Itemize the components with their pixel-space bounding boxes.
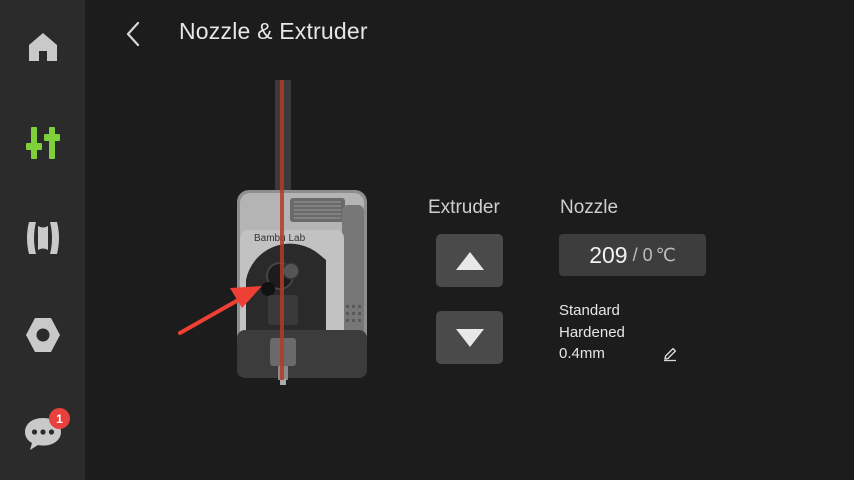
edit-nozzle-button[interactable] — [660, 344, 680, 364]
pencil-icon — [664, 347, 677, 362]
extrude-up-button[interactable] — [436, 234, 503, 287]
triangle-up-icon — [455, 251, 484, 270]
extruder-label: Extruder — [428, 197, 500, 218]
nozzle-current-temp: 209 — [589, 241, 628, 268]
triangle-down-icon — [455, 328, 484, 347]
home-icon — [28, 33, 57, 61]
nav-settings[interactable] — [0, 305, 85, 365]
back-button[interactable] — [115, 14, 151, 54]
nozzle-diameter: 0.4mm — [559, 345, 605, 362]
nozzle-type-line2: Hardened — [559, 323, 625, 341]
sidebar: 1 — [0, 0, 85, 480]
nozzle-temperature-button[interactable]: 209 / 0 ℃ — [559, 234, 706, 276]
nav-messages[interactable]: 1 — [0, 402, 85, 462]
extrude-down-button[interactable] — [436, 311, 503, 364]
nozzle-type-line1: Standard — [559, 302, 620, 319]
page-title: Nozzle & Extruder — [179, 18, 368, 44]
controls-icon — [25, 127, 60, 159]
brand-logo: Bambu Lab — [254, 233, 306, 244]
notification-badge: 1 — [49, 408, 70, 429]
nav-controls[interactable] — [0, 113, 85, 173]
filament-icon — [26, 222, 59, 254]
nozzle-info: Standard Hardened 0.4mm — [559, 300, 625, 365]
nav-home[interactable] — [0, 17, 85, 77]
nozzle-target-temp: 0 — [642, 244, 653, 265]
extruder-illustration: Bambu Lab — [178, 80, 367, 385]
settings-icon — [25, 318, 60, 352]
temp-separator: / — [632, 244, 638, 265]
nav-filament[interactable] — [0, 208, 85, 268]
temp-unit: ℃ — [655, 244, 676, 265]
chevron-left-icon — [126, 21, 140, 47]
nozzle-label: Nozzle — [560, 197, 619, 218]
